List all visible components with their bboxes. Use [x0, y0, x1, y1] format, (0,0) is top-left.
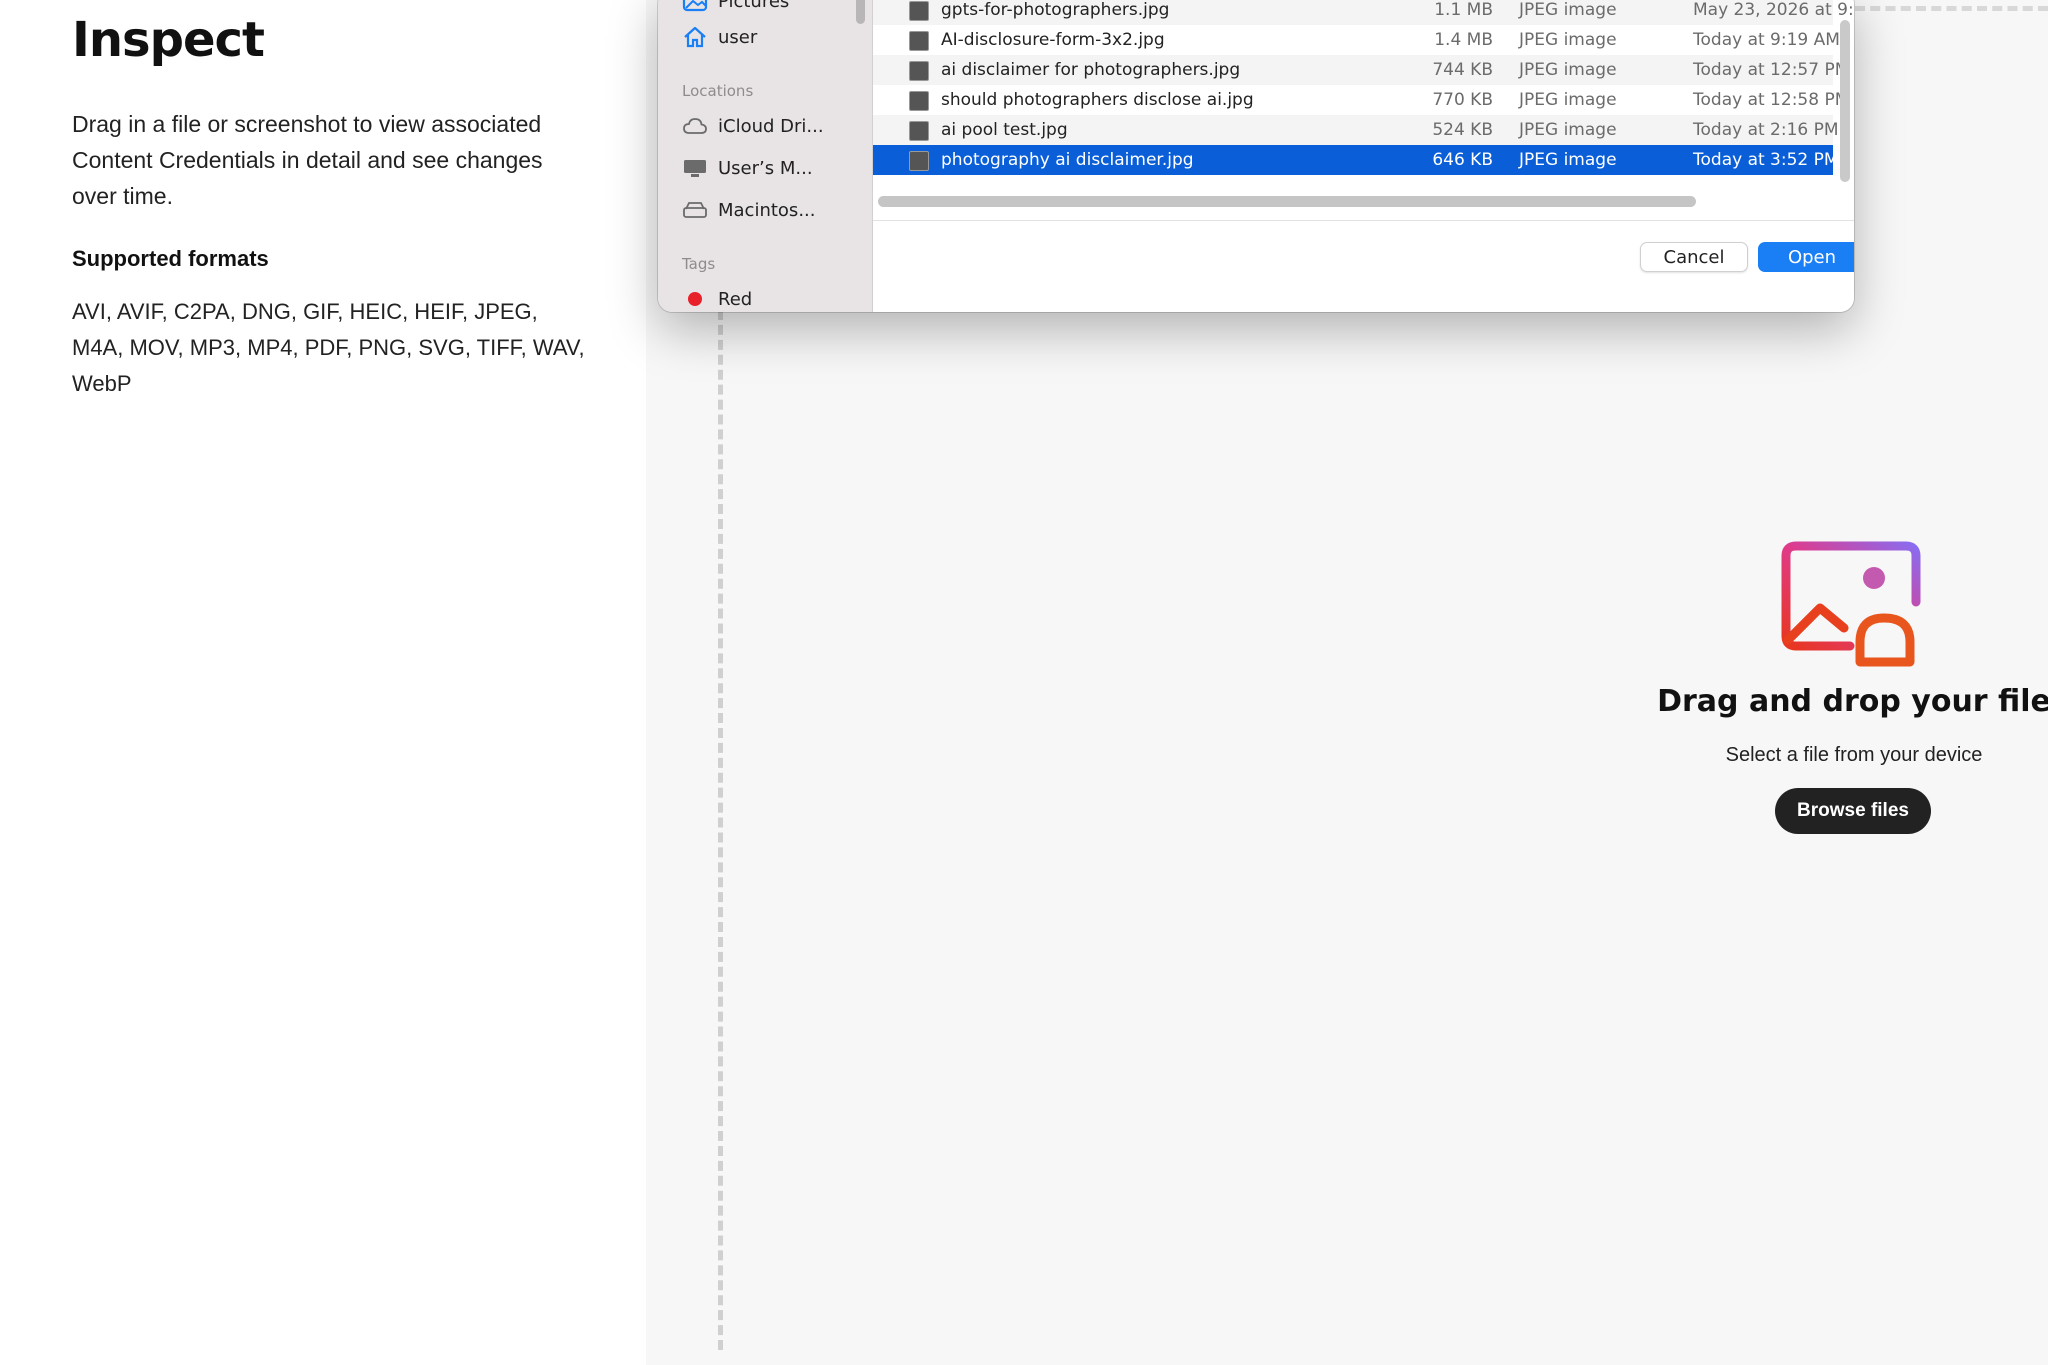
file-date: Today at 2:16 PM	[1693, 120, 1839, 140]
open-button[interactable]: Open	[1758, 242, 1854, 272]
sidebar-item-label: Macintos...	[718, 199, 816, 221]
file-row[interactable]: AI-disclosure-form-3x2.jpg 1.4 MB JPEG i…	[873, 25, 1840, 55]
sidebar-item-label: Red	[718, 288, 753, 310]
sidebar-item-label: Pictures	[718, 0, 790, 12]
sidebar-item-user[interactable]: user	[682, 22, 757, 52]
file-name: photography ai disclaimer.jpg	[941, 150, 1194, 170]
file-name: AI-disclosure-form-3x2.jpg	[941, 30, 1165, 50]
home-icon	[684, 26, 706, 48]
sidebar-scrollbar[interactable]	[856, 0, 865, 24]
file-open-dialog: Pictures user Locations iCloud Dri... Us…	[658, 0, 1854, 312]
sidebar-item-pictures[interactable]: Pictures	[682, 0, 789, 16]
pictures-icon	[682, 0, 708, 12]
file-date: Today at 9:19 AM	[1693, 30, 1840, 50]
sidebar-item-label: iCloud Dri...	[718, 115, 824, 137]
image-file-icon	[909, 31, 929, 51]
sidebar-item-label: user	[718, 26, 758, 48]
vertical-scrollbar[interactable]	[1840, 20, 1850, 182]
left-panel: Inspect Drag in a file or screenshot to …	[0, 0, 646, 1365]
file-kind: JPEG image	[1519, 90, 1617, 110]
file-row[interactable]: gpts-for-photographers.jpg 1.1 MB JPEG i…	[873, 0, 1854, 25]
image-file-icon	[909, 121, 929, 141]
file-size: 1.1 MB	[1434, 0, 1493, 20]
file-kind: JPEG image	[1519, 150, 1617, 170]
file-name: ai pool test.jpg	[941, 120, 1068, 140]
sidebar-item-label: User’s M...	[718, 157, 813, 179]
drop-zone-border-top	[1855, 6, 2048, 11]
image-file-icon	[909, 61, 929, 81]
sidebar-item-computer[interactable]: User’s M...	[682, 153, 813, 183]
image-file-icon	[909, 91, 929, 111]
file-list: gpts-for-photographers.jpg 1.1 MB JPEG i…	[873, 0, 1854, 220]
page-title: Inspect	[72, 12, 265, 68]
file-row[interactable]: should photographers disclose ai.jpg 770…	[873, 85, 1849, 115]
file-size: 744 KB	[1432, 60, 1493, 80]
sidebar-tag-red[interactable]: Red	[682, 284, 752, 312]
file-name: ai disclaimer for photographers.jpg	[941, 60, 1241, 80]
file-size: 646 KB	[1432, 150, 1493, 170]
sidebar-item-macintosh-hd[interactable]: Macintos...	[682, 195, 815, 225]
file-kind: JPEG image	[1519, 60, 1617, 80]
file-name: should photographers disclose ai.jpg	[941, 90, 1254, 110]
image-file-icon	[909, 151, 929, 171]
file-size: 770 KB	[1432, 90, 1493, 110]
sidebar-item-icloud[interactable]: iCloud Dri...	[682, 111, 824, 141]
file-name: gpts-for-photographers.jpg	[941, 0, 1170, 20]
supported-formats-list: AVI, AVIF, C2PA, DNG, GIF, HEIC, HEIF, J…	[72, 299, 585, 396]
image-upload-icon	[1781, 541, 1921, 667]
file-date: Today at 12:58 PM	[1693, 90, 1850, 110]
file-kind: JPEG image	[1519, 30, 1617, 50]
file-size: 1.4 MB	[1434, 30, 1493, 50]
cloud-icon	[683, 118, 707, 134]
file-date: Today at 12:57 PM	[1693, 60, 1850, 80]
supported-formats-heading: Supported formats	[72, 246, 269, 271]
file-kind: JPEG image	[1519, 0, 1617, 20]
file-row[interactable]: ai pool test.jpg 524 KB JPEG image Today…	[873, 115, 1839, 145]
sidebar-locations-heading: Locations	[682, 82, 754, 100]
horizontal-scrollbar[interactable]	[878, 196, 1696, 207]
file-row-selected[interactable]: photography ai disclaimer.jpg 646 KB JPE…	[873, 145, 1839, 175]
file-row[interactable]: ai disclaimer for photographers.jpg 744 …	[873, 55, 1849, 85]
drive-icon	[683, 202, 707, 218]
browse-files-button[interactable]: Browse files	[1775, 788, 1931, 834]
red-tag-icon	[688, 292, 702, 306]
file-size: 524 KB	[1432, 120, 1493, 140]
sidebar-tags-heading: Tags	[682, 255, 716, 273]
image-file-icon	[909, 1, 929, 21]
drop-zone-title: Drag and drop your file	[1657, 684, 2048, 719]
page-description: Drag in a file or screenshot to view ass…	[72, 111, 543, 209]
file-date: Today at 3:52 PM	[1693, 150, 1839, 170]
drop-zone-subtitle: Select a file from your device	[1725, 744, 1983, 766]
file-date: May 23, 2026 at 9:	[1693, 0, 1854, 20]
cancel-button[interactable]: Cancel	[1640, 242, 1748, 272]
dialog-sidebar: Pictures user Locations iCloud Dri... Us…	[658, 0, 873, 312]
file-kind: JPEG image	[1519, 120, 1617, 140]
computer-icon	[684, 160, 706, 177]
drop-zone-border	[718, 310, 723, 1350]
